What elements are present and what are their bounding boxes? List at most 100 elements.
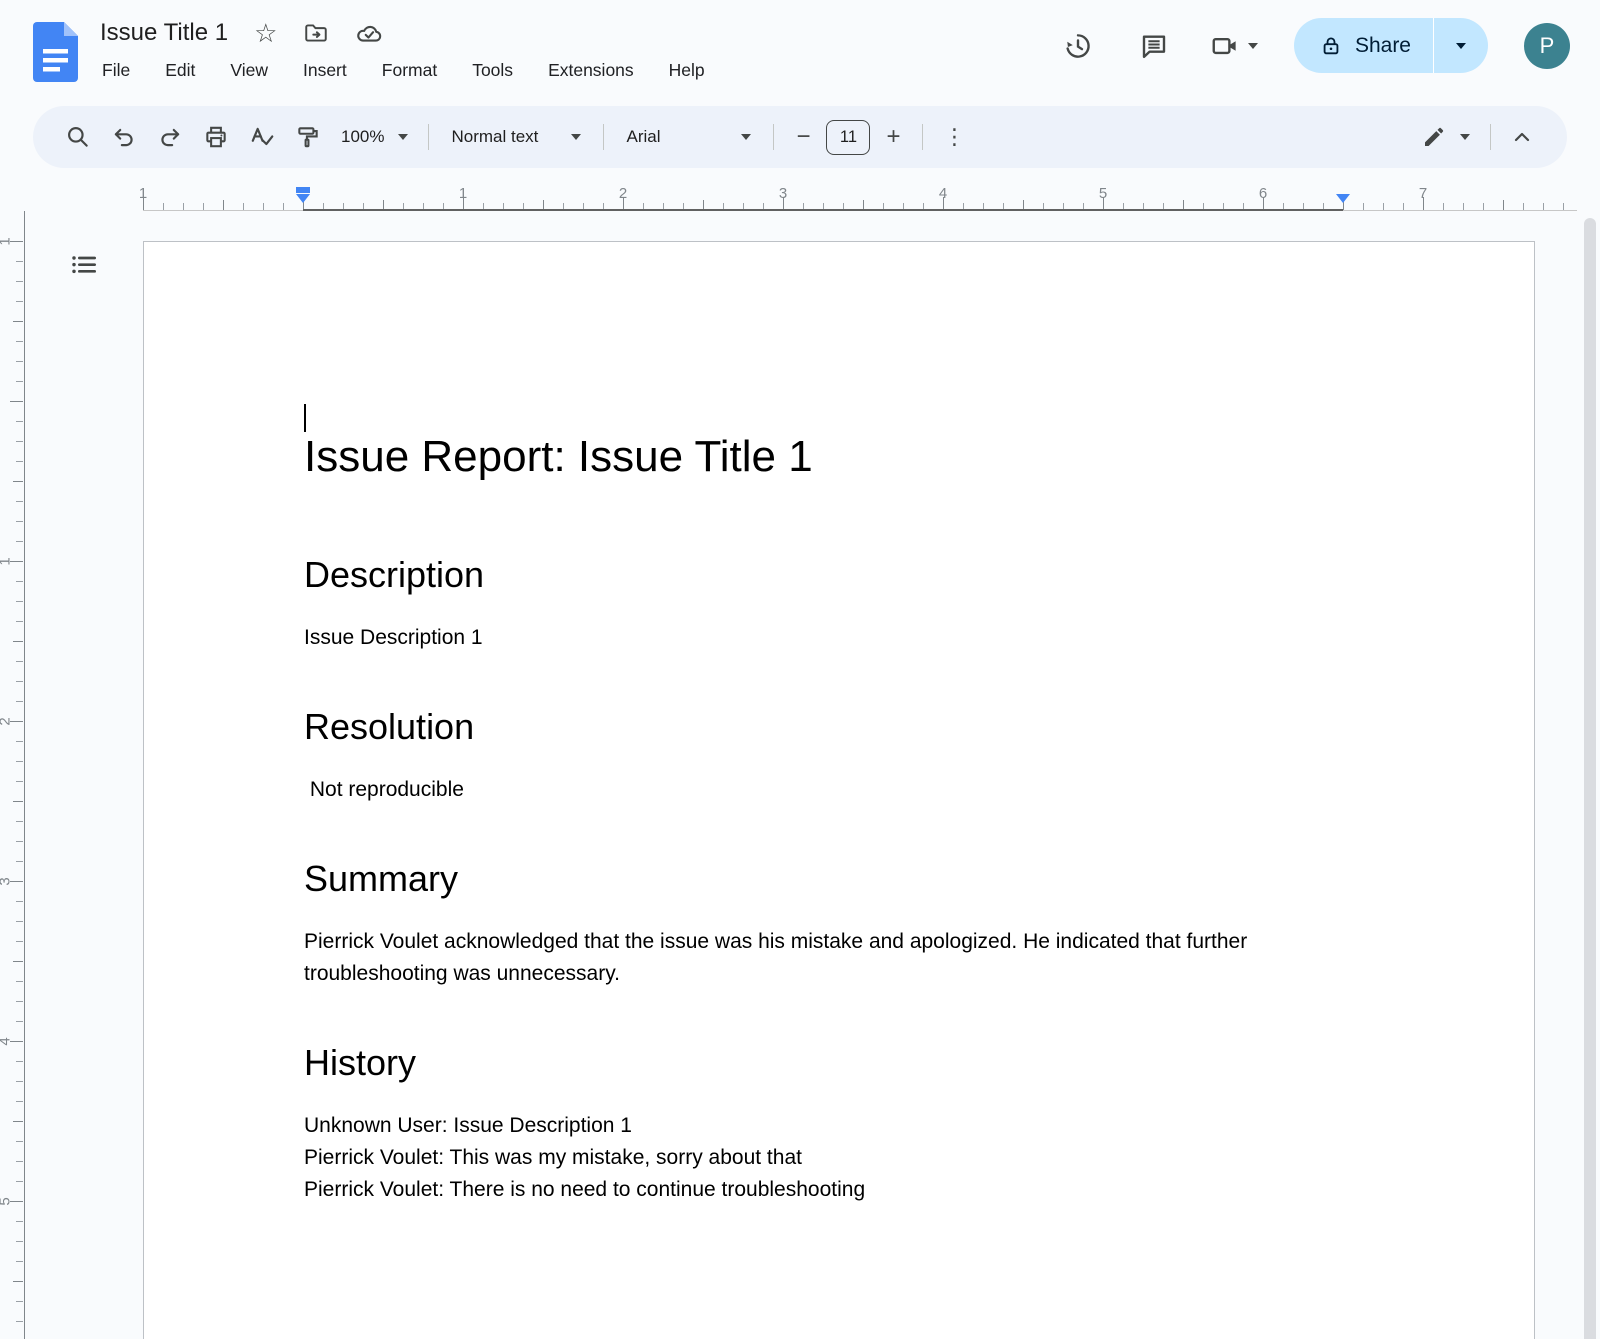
editing-mode-button[interactable] <box>1414 125 1478 149</box>
history-entry[interactable]: Unknown User: Issue Description 1 <box>304 1110 1334 1142</box>
star-icon[interactable]: ☆ <box>254 20 277 46</box>
ruler-number: 1 <box>0 237 14 245</box>
history-icon <box>1063 31 1093 61</box>
ruler-number: 3 <box>779 185 787 202</box>
toolbar-divider <box>603 124 604 150</box>
lock-icon <box>1320 35 1342 57</box>
menu-file[interactable]: File <box>100 58 132 83</box>
history-entry[interactable]: Pierrick Voulet: This was my mistake, so… <box>304 1142 1334 1174</box>
redo-button[interactable] <box>151 118 189 156</box>
font-size-field[interactable]: 11 <box>826 120 870 155</box>
comments-button[interactable] <box>1134 26 1174 66</box>
left-indent-triangle[interactable] <box>296 194 310 203</box>
menu-format[interactable]: Format <box>380 58 439 83</box>
menu-edit[interactable]: Edit <box>163 58 197 83</box>
section-heading-resolution[interactable]: Resolution <box>304 704 1334 750</box>
doc-heading-title[interactable]: Issue Report: Issue Title 1 <box>304 430 1334 484</box>
menu-help[interactable]: Help <box>667 58 707 83</box>
outline-list-icon <box>68 250 100 282</box>
version-history-button[interactable] <box>1058 26 1098 66</box>
chevron-down-icon <box>1456 43 1466 49</box>
menu-tools[interactable]: Tools <box>470 58 515 83</box>
paragraph-style-select[interactable]: Normal text <box>441 127 591 147</box>
document-content[interactable]: Issue Report: Issue Title 1 Description … <box>144 242 1534 1206</box>
menu-extensions[interactable]: Extensions <box>546 58 636 83</box>
right-indent-triangle[interactable] <box>1336 194 1350 203</box>
print-icon <box>203 124 229 150</box>
ruler-number: 4 <box>939 185 947 202</box>
chevron-down-icon[interactable] <box>1248 43 1258 49</box>
font-size-control: − 11 + <box>786 120 910 155</box>
text-cursor <box>304 404 306 432</box>
pen-icon <box>1422 125 1446 149</box>
ruler-number: 5 <box>0 1197 14 1205</box>
undo-icon <box>111 124 137 150</box>
paint-format-button[interactable] <box>289 118 327 156</box>
comment-icon <box>1139 31 1169 61</box>
zoom-select[interactable]: 100% <box>333 127 416 147</box>
decrease-font-size-button[interactable]: − <box>786 120 820 154</box>
vertical-scrollbar[interactable] <box>1584 218 1596 1339</box>
increase-font-size-button[interactable]: + <box>876 120 910 154</box>
google-docs-logo-icon[interactable] <box>33 22 78 82</box>
ruler-number: 1 <box>459 185 467 202</box>
cloud-saved-icon[interactable] <box>355 19 383 47</box>
ruler-number: 2 <box>0 717 14 725</box>
section-paragraph[interactable]: Pierrick Voulet acknowledged that the is… <box>304 926 1334 990</box>
document-page[interactable]: Issue Report: Issue Title 1 Description … <box>143 241 1535 1339</box>
section-paragraph[interactable]: Issue Description 1 <box>304 622 1334 654</box>
join-call-button[interactable] <box>1210 31 1258 61</box>
ruler-number: 4 <box>0 1037 14 1045</box>
ruler-number: 7 <box>1419 185 1427 202</box>
document-outline-button[interactable] <box>64 246 104 286</box>
ruler-number: 2 <box>619 185 627 202</box>
menu-insert[interactable]: Insert <box>301 58 349 83</box>
redo-icon <box>157 124 183 150</box>
section-heading-summary[interactable]: Summary <box>304 856 1334 902</box>
horizontal-ruler[interactable]: 1 1 2 3 4 5 6 7 <box>0 185 1600 211</box>
section-paragraph[interactable]: Not reproducible <box>304 774 1334 806</box>
menu-bar: File Edit View Insert Format Tools Exten… <box>100 58 707 83</box>
ruler-number: 5 <box>1099 185 1107 202</box>
header: Issue Title 1 ☆ File Edit <box>0 0 1600 100</box>
google-docs-app: Issue Title 1 ☆ File Edit <box>0 0 1600 1339</box>
chevron-down-icon <box>398 134 408 140</box>
first-line-indent-marker[interactable] <box>296 187 310 193</box>
paint-roller-icon <box>295 124 321 150</box>
paragraph-style-value: Normal text <box>451 127 538 147</box>
chevron-up-icon <box>1510 125 1534 149</box>
account-avatar[interactable]: P <box>1524 23 1570 69</box>
vertical-ruler-edge <box>24 211 25 1339</box>
share-options-button[interactable] <box>1434 18 1488 73</box>
toolbar-divider <box>922 124 923 150</box>
toolbar-divider <box>1490 124 1491 150</box>
undo-button[interactable] <box>105 118 143 156</box>
toolbar: 100% Normal text Arial − 11 + ⋮ <box>33 106 1567 168</box>
header-actions: Share P <box>1058 18 1570 73</box>
font-family-value: Arial <box>626 127 660 147</box>
zoom-value: 100% <box>341 127 384 147</box>
ruler-number: 1 <box>0 557 14 565</box>
menu-view[interactable]: View <box>228 58 270 83</box>
empty-first-line[interactable] <box>304 396 1334 430</box>
vertical-ruler[interactable]: 1 1 2 3 4 5 <box>0 211 25 1339</box>
ruler-number: 3 <box>0 877 14 885</box>
section-heading-description[interactable]: Description <box>304 552 1334 598</box>
print-button[interactable] <box>197 118 235 156</box>
hide-menus-button[interactable] <box>1503 118 1541 156</box>
spelling-grammar-button[interactable] <box>243 118 281 156</box>
title-block: Issue Title 1 ☆ File Edit <box>100 14 707 83</box>
move-to-folder-icon[interactable] <box>303 20 329 46</box>
video-camera-icon <box>1210 31 1240 61</box>
chevron-down-icon <box>741 134 751 140</box>
more-toolbar-options-button[interactable]: ⋮ <box>935 118 973 156</box>
share-button[interactable]: Share <box>1294 18 1433 73</box>
section-heading-history[interactable]: History <box>304 1040 1334 1086</box>
document-title-field[interactable]: Issue Title 1 <box>100 19 228 47</box>
search-icon <box>65 124 91 150</box>
search-menus-button[interactable] <box>59 118 97 156</box>
history-entry[interactable]: Pierrick Voulet: There is no need to con… <box>304 1174 1334 1206</box>
chevron-down-icon <box>571 134 581 140</box>
font-family-select[interactable]: Arial <box>616 127 761 147</box>
share-button-group: Share <box>1294 18 1488 73</box>
